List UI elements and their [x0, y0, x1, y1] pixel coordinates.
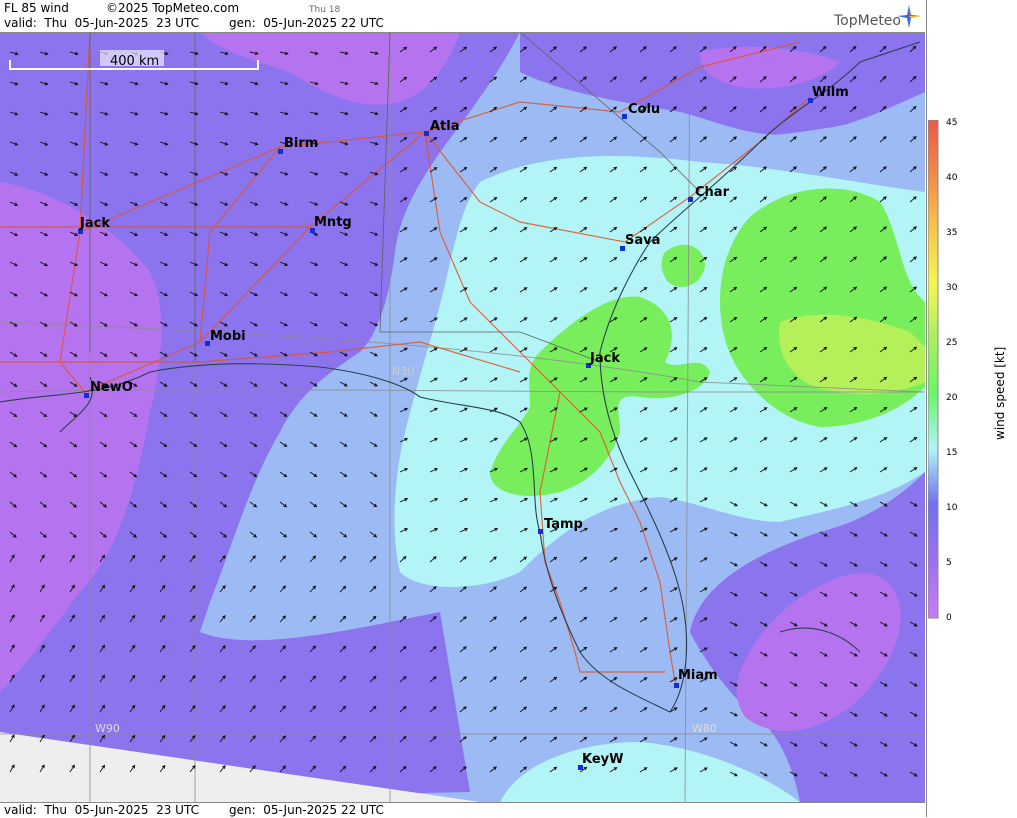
city-label-mobi: Mobi [210, 329, 246, 344]
city-marker [688, 197, 693, 202]
grid-label-w80: W80 [692, 722, 717, 735]
city-marker [674, 683, 679, 688]
wind-map: 400 km N30 W90 W80 Wilm Colu Atla Birm C… [0, 32, 925, 802]
city-marker [278, 149, 283, 154]
grid-label-n30: N30 [392, 365, 414, 378]
small-day-label: Thu 18 [309, 5, 341, 15]
city-label-keyw: KeyW [582, 752, 623, 767]
compass-logo-icon [897, 5, 921, 28]
map-header: FL 85 wind ©2025 TopMeteo.com Thu 18 val… [0, 0, 925, 33]
footer-valid-time: valid: Thu 05-Jun-2025 23 UTC [4, 803, 199, 817]
copyright: ©2025 TopMeteo.com [106, 1, 240, 15]
brand-logo-text: TopMeteo [834, 13, 901, 29]
legend-tick-label: 35 [946, 228, 958, 238]
city-marker [622, 114, 627, 119]
city-label-tamp: Tamp [544, 517, 583, 532]
gen-time: gen: 05-Jun-2025 22 UTC [229, 16, 384, 30]
city-label-miam: Miam [678, 668, 718, 683]
legend-tick-label: 15 [946, 448, 958, 458]
scale-bar-label: 400 km [110, 54, 159, 69]
legend-tick-label: 45 [946, 118, 958, 128]
legend-tick-label: 0 [946, 613, 952, 623]
footer-gen-time: gen: 05-Jun-2025 22 UTC [229, 803, 384, 817]
city-label-birm: Birm [284, 136, 318, 151]
city-label-colu: Colu [628, 102, 660, 117]
grid-label-w90: W90 [95, 722, 120, 735]
city-label-newo: NewO [90, 380, 133, 395]
legend-tick-label: 10 [946, 503, 958, 513]
city-label-jack-fl: Jack [589, 351, 620, 366]
city-marker [538, 529, 543, 534]
legend-title: wind speed [kt] [993, 346, 1007, 440]
legend-colorbar [928, 120, 939, 619]
city-label-atla: Atla [430, 119, 460, 134]
legend-tick-label: 30 [946, 283, 958, 293]
city-marker [424, 131, 429, 136]
city-label-mntg: Mntg [314, 215, 352, 230]
city-label-char: Char [695, 185, 730, 200]
product-title: FL 85 wind [4, 1, 69, 15]
city-label-sava: Sava [625, 233, 660, 248]
city-label-wilm: Wilm [812, 85, 849, 100]
city-marker [84, 393, 89, 398]
map-footer: valid: Thu 05-Jun-2025 23 UTC gen: 05-Ju… [0, 802, 925, 818]
legend-tick-label: 20 [946, 393, 958, 403]
legend-tick-label: 25 [946, 338, 958, 348]
city-label-jack-ms: Jack [79, 216, 110, 231]
legend-tick-label: 40 [946, 173, 958, 183]
legend-gradient [928, 120, 939, 619]
valid-time: valid: Thu 05-Jun-2025 23 UTC [4, 16, 199, 30]
legend-tick-label: 5 [946, 558, 952, 568]
